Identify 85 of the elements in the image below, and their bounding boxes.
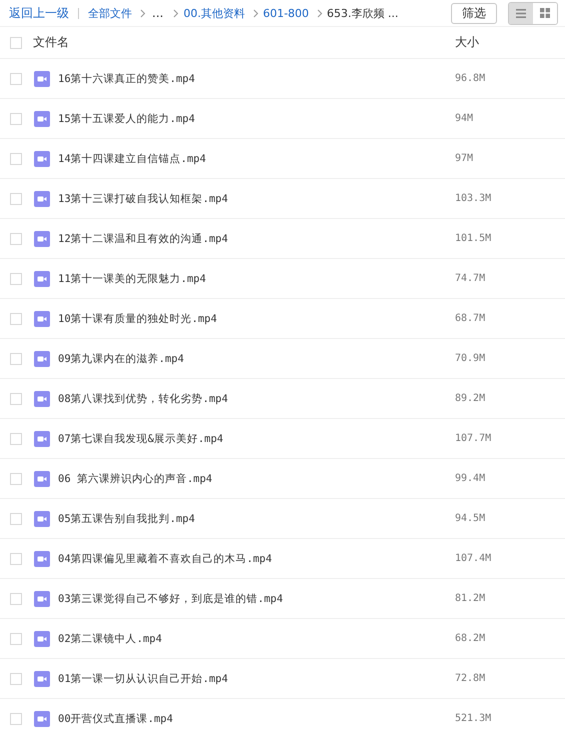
file-name[interactable]: 04第四课偏见里藏着不喜欢自己的木马.mp4 (58, 552, 455, 566)
file-size: 72.8M (455, 673, 486, 684)
row-checkbox[interactable] (10, 592, 22, 604)
file-name[interactable]: 05第五课告别自我批判.mp4 (58, 512, 455, 526)
breadcrumb-link[interactable]: 00.其他资料 (183, 6, 245, 20)
video-file-icon (34, 110, 50, 126)
row-checkbox[interactable] (10, 392, 22, 404)
file-size: 74.7M (455, 273, 486, 284)
back-link[interactable]: 返回上一级 (9, 4, 69, 22)
file-size: 107.7M (455, 433, 492, 444)
video-file-icon (34, 710, 50, 726)
chevron-icon (173, 8, 180, 18)
row-checkbox[interactable] (10, 272, 22, 284)
row-checkbox[interactable] (10, 432, 22, 444)
breadcrumb-current: 653.李欣频 ... (326, 6, 398, 20)
video-file-icon (34, 630, 50, 646)
file-size: 97M (455, 153, 474, 164)
row-checkbox[interactable] (10, 192, 22, 204)
video-file-icon (34, 390, 50, 406)
file-name[interactable]: 12第十二课温和且有效的沟通.mp4 (58, 232, 455, 246)
video-file-icon (34, 470, 50, 486)
row-checkbox[interactable] (10, 312, 22, 324)
video-file-icon (34, 670, 50, 686)
row-checkbox[interactable] (10, 72, 22, 84)
breadcrumb-link[interactable]: 601-800 (262, 6, 309, 20)
video-file-icon (34, 70, 50, 86)
file-name[interactable]: 10第十课有质量的独处时光.mp4 (58, 312, 455, 326)
file-size: 68.2M (455, 633, 486, 644)
row-checkbox[interactable] (10, 712, 22, 724)
video-file-icon (34, 550, 50, 566)
file-name[interactable]: 09第九课内在的滋养.mp4 (58, 352, 455, 366)
video-file-icon (34, 190, 50, 206)
file-name[interactable]: 07第七课自我发现&展示美好.mp4 (58, 432, 455, 446)
file-name[interactable]: 15第十五课爱人的能力.mp4 (58, 112, 455, 126)
row-checkbox[interactable] (10, 512, 22, 524)
video-file-icon (34, 430, 50, 446)
file-name[interactable]: 06 第六课辨识内心的声音.mp4 (58, 472, 455, 486)
file-size: 99.4M (455, 473, 486, 484)
list-view-button[interactable] (509, 2, 533, 24)
row-checkbox[interactable] (10, 352, 22, 364)
video-file-icon (34, 270, 50, 286)
chevron-icon (316, 8, 323, 18)
breadcrumb-ellipsis[interactable]: ... (152, 6, 164, 20)
file-size: 94M (455, 113, 474, 124)
file-name[interactable]: 08第八课找到优势，转化劣势.mp4 (58, 392, 455, 406)
breadcrumb-link[interactable]: 全部文件 (88, 6, 132, 20)
file-size: 89.2M (455, 393, 486, 404)
column-header[interactable]: 文件名 (33, 34, 455, 51)
file-name[interactable]: 14第十四课建立自信锚点.mp4 (58, 152, 455, 166)
file-size: 103.3M (455, 193, 492, 204)
chevron-icon (252, 8, 259, 18)
row-checkbox[interactable] (10, 672, 22, 684)
file-size: 96.8M (455, 73, 486, 84)
row-checkbox[interactable] (10, 152, 22, 164)
file-size: 81.2M (455, 593, 486, 604)
row-checkbox[interactable] (10, 112, 22, 124)
select-all-checkbox[interactable] (10, 36, 22, 48)
file-name[interactable]: 00开营仪式直播课.mp4 (58, 712, 455, 726)
file-name[interactable]: 01第一课一切从认识自己开始.mp4 (58, 672, 455, 686)
video-file-icon (34, 590, 50, 606)
file-size: 70.9M (455, 353, 486, 364)
column-header[interactable]: 大小 (455, 34, 565, 51)
video-file-icon (34, 510, 50, 526)
video-file-icon (34, 310, 50, 326)
row-checkbox[interactable] (10, 632, 22, 644)
file-name[interactable]: 11第十一课美的无限魅力.mp4 (58, 272, 455, 286)
file-size: 94.5M (455, 513, 486, 524)
file-size: 101.5M (455, 233, 492, 244)
row-checkbox[interactable] (10, 552, 22, 564)
file-name[interactable]: 02第二课镜中人.mp4 (58, 632, 455, 646)
file-name[interactable]: 16第十六课真正的赞美.mp4 (58, 72, 455, 86)
file-size: 107.4M (455, 553, 492, 564)
file-size: 68.7M (455, 313, 486, 324)
file-size: 521.3M (455, 713, 492, 724)
video-file-icon (34, 350, 50, 366)
row-checkbox[interactable] (10, 232, 22, 244)
video-file-icon (34, 230, 50, 246)
chevron-icon (140, 8, 146, 18)
grid-icon (540, 8, 550, 18)
file-name[interactable]: 13第十三课打破自我认知框架.mp4 (58, 192, 455, 206)
video-file-icon (34, 150, 50, 166)
row-checkbox[interactable] (10, 472, 22, 484)
list-icon (516, 8, 526, 18)
filter-button[interactable]: 筛选 (451, 2, 497, 24)
file-name[interactable]: 03第三课觉得自己不够好，到底是谁的错.mp4 (58, 592, 455, 606)
